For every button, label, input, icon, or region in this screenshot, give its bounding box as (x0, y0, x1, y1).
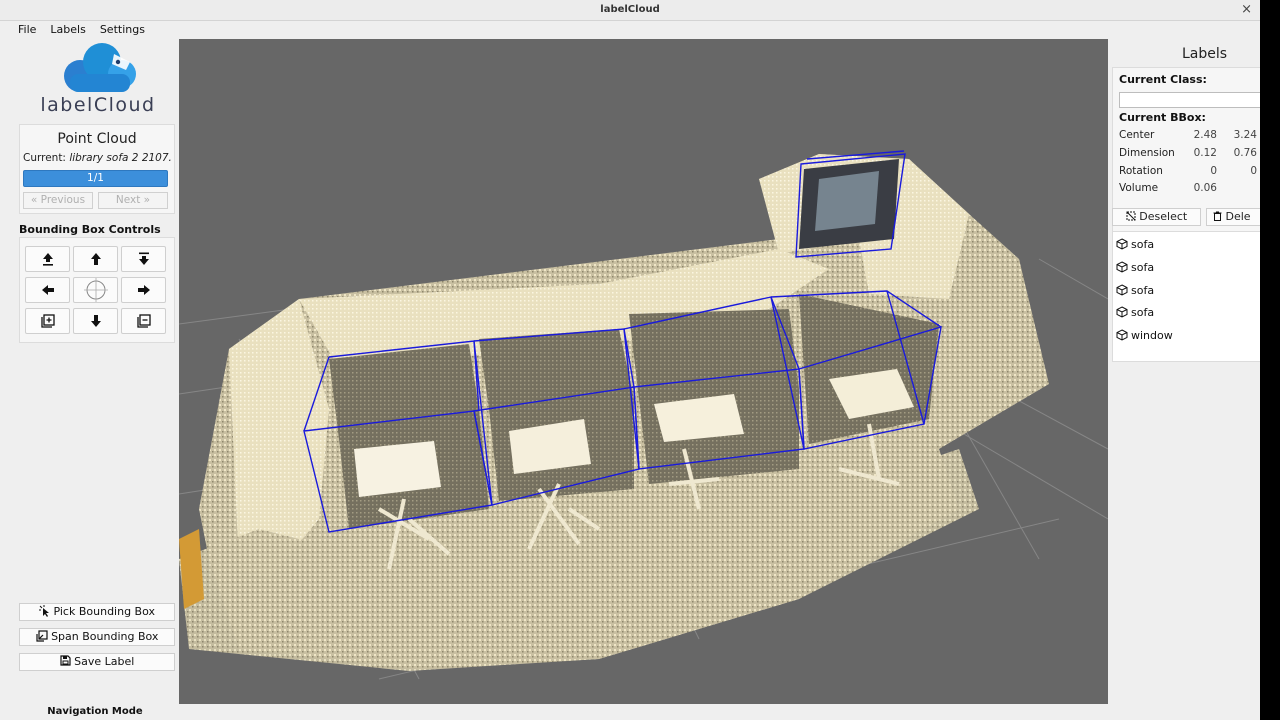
current-file-name: library sofa 2 2107. (69, 152, 172, 164)
labels-title: Labels (1181, 46, 1228, 62)
save-label-button[interactable]: Save Label (19, 653, 175, 671)
current-class-label: Current Class: (1119, 73, 1207, 86)
center-row: Center 2.48 3.24 (1119, 129, 1257, 141)
current-file: Current: library sofa 2 2107. (23, 152, 175, 164)
list-item-label: sofa (1131, 238, 1155, 251)
left-panel: labelCloud Point Cloud Current: library … (0, 38, 178, 720)
decrease-button[interactable] (121, 308, 166, 334)
close-icon[interactable]: × (1241, 0, 1252, 20)
trash-icon (1213, 211, 1222, 221)
rotation-row: Rotation 0 0 (1119, 165, 1257, 177)
list-item[interactable]: window (1116, 327, 1173, 345)
span-bounding-box-button[interactable]: Span Bounding Box (19, 628, 175, 646)
arrow-up-icon (90, 253, 101, 265)
rotation-y[interactable]: 0 (1217, 165, 1257, 177)
move-left-button[interactable] (25, 277, 70, 303)
progress-bar: 1/1 (23, 170, 168, 187)
move-down-z-icon (138, 252, 149, 265)
rotation-key: Rotation (1119, 165, 1163, 177)
arrow-down-icon (90, 315, 101, 327)
list-item[interactable]: sofa (1116, 259, 1154, 277)
delete-button[interactable]: Dele (1206, 208, 1260, 226)
navigation-mode-label: Navigation Mode (47, 706, 143, 717)
save-icon (60, 655, 71, 666)
volume-row: Volume 0.06 (1119, 182, 1217, 194)
cube-icon (1116, 329, 1128, 341)
list-item[interactable]: sofa (1116, 304, 1154, 322)
menu-settings[interactable]: Settings (98, 22, 147, 38)
cloud-logo-icon (64, 43, 136, 92)
move-up-z-icon (42, 253, 53, 266)
current-bbox-label: Current BBox: (1119, 111, 1206, 124)
point-cloud-title: Point Cloud (57, 131, 137, 147)
previous-button[interactable]: « Previous (23, 192, 93, 209)
save-label-text: Save Label (74, 655, 135, 668)
cube-icon (1116, 261, 1128, 273)
arrow-right-icon (137, 285, 150, 295)
bbox-controls-panel (19, 237, 175, 343)
cube-icon (1116, 284, 1128, 296)
arrow-left-icon (41, 285, 54, 295)
deselect-label: Deselect (1139, 210, 1188, 223)
span-bounding-box-label: Span Bounding Box (51, 630, 159, 643)
span-icon (35, 630, 48, 642)
volume-key: Volume (1119, 182, 1159, 194)
point-cloud-viewport[interactable] (179, 39, 1108, 704)
window-title: labelCloud (600, 4, 660, 15)
center-y[interactable]: 3.24 (1217, 129, 1257, 141)
move-up-z-button[interactable] (25, 246, 70, 272)
scene-points (179, 154, 1049, 671)
delete-label: Dele (1225, 210, 1251, 223)
move-forward-button[interactable] (73, 246, 118, 272)
pick-bounding-box-label: Pick Bounding Box (53, 605, 156, 618)
logo: labelCloud (18, 40, 178, 120)
dimension-row: Dimension 0.12 0.76 (1119, 147, 1257, 159)
rotation-x[interactable]: 0 (1177, 165, 1217, 177)
list-item-label: sofa (1131, 261, 1155, 274)
deselect-icon (1126, 211, 1136, 221)
rotate-button[interactable] (73, 277, 118, 303)
point-cloud-panel: Point Cloud Current: library sofa 2 2107… (19, 124, 175, 214)
list-item-label: sofa (1131, 306, 1155, 319)
title-bar: labelCloud × (0, 0, 1260, 21)
cube-icon (1116, 238, 1128, 250)
current-class-input[interactable] (1119, 92, 1260, 108)
list-item[interactable]: sofa (1116, 282, 1154, 300)
move-down-z-button[interactable] (121, 246, 166, 272)
next-button[interactable]: Next » (98, 192, 168, 209)
list-item[interactable]: sofa (1116, 236, 1154, 254)
increase-button[interactable] (25, 308, 70, 334)
current-prefix: Current: (23, 152, 70, 164)
cube-icon (1116, 306, 1128, 318)
volume-value: 0.06 (1193, 182, 1217, 194)
dimension-x[interactable]: 0.12 (1177, 147, 1217, 159)
list-item-label: window (1131, 329, 1173, 342)
list-item-label: sofa (1131, 284, 1155, 297)
menu-file[interactable]: File (16, 22, 38, 38)
decrease-icon (136, 314, 151, 328)
dimension-y[interactable]: 0.76 (1217, 147, 1257, 159)
menu-labels[interactable]: Labels (48, 22, 87, 38)
bbox-controls-title: Bounding Box Controls (19, 223, 161, 236)
logo-text: labelCloud (40, 94, 156, 116)
center-key: Center (1119, 129, 1155, 141)
move-backward-button[interactable] (73, 308, 118, 334)
menu-bar: File Labels Settings (16, 22, 147, 38)
deselect-button[interactable]: Deselect (1112, 208, 1201, 226)
right-panel: Labels Current Class: Current BBox: Cent… (1112, 38, 1260, 720)
increase-icon (40, 314, 55, 328)
label-list: sofa sofa sofa sofa window (1112, 231, 1260, 362)
pick-bounding-box-button[interactable]: Pick Bounding Box (19, 603, 175, 621)
pointer-icon (38, 605, 49, 617)
screen-edge (1260, 0, 1280, 720)
center-x[interactable]: 2.48 (1177, 129, 1217, 141)
move-right-button[interactable] (121, 277, 166, 303)
rotate-icon (83, 278, 108, 302)
dimension-key: Dimension (1119, 147, 1175, 159)
app-window: labelCloud × File Labels Settings labelC… (0, 0, 1260, 720)
point-cloud-canvas[interactable] (179, 39, 1108, 704)
